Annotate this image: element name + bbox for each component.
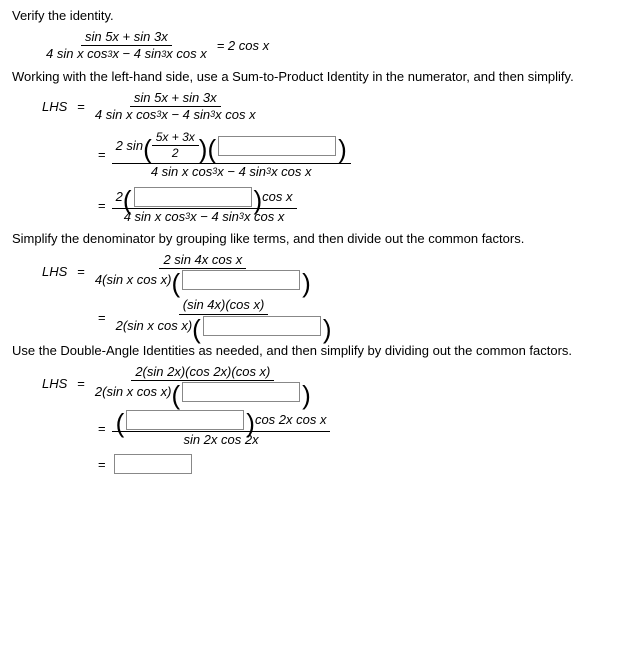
step6-input[interactable] xyxy=(182,382,300,402)
step6-row: LHS= 2(sin 2x)(cos 2x)(cos x) 2(sin x co… xyxy=(12,364,628,403)
step7-input[interactable] xyxy=(126,410,244,430)
instruction-2: Simplify the denominator by grouping lik… xyxy=(12,231,628,246)
identity-row: sin 5x + sin 3x 4 sin x cos3 x − 4 sin3 … xyxy=(12,29,628,63)
step2-row: = 2 sin ( 5x + 3x 2 ) ( ) 4 sin x cos3 x… xyxy=(12,129,628,180)
step4-input[interactable] xyxy=(182,270,300,290)
step8-input[interactable] xyxy=(114,454,192,474)
step4-row: LHS= 2 sin 4x cos x 4(sin x cos x) ( ) xyxy=(12,252,628,291)
step1-frac: sin 5x + sin 3x 4 sin x cos3 x − 4 sin3 … xyxy=(91,90,260,124)
step6-frac: 2(sin 2x)(cos 2x)(cos x) 2(sin x cos x) … xyxy=(91,364,315,403)
step5-frac: (sin 4x)(cos x) 2(sin x cos x) ( ) xyxy=(112,297,336,336)
step4-frac: 2 sin 4x cos x 4(sin x cos x) ( ) xyxy=(91,252,315,291)
instruction-3: Use the Double-Angle Identities as neede… xyxy=(12,343,628,358)
step2-input[interactable] xyxy=(218,136,336,156)
step3-row: = 2 ( ) cos x 4 sin x cos3 x − 4 sin3 x … xyxy=(12,186,628,225)
step2-frac: 2 sin ( 5x + 3x 2 ) ( ) 4 sin x cos3 x −… xyxy=(112,129,351,180)
identity-rhs: = 2 cos x xyxy=(217,38,269,53)
step3-frac: 2 ( ) cos x 4 sin x cos3 x − 4 sin3 x co… xyxy=(112,186,297,225)
step3-input[interactable] xyxy=(134,187,252,207)
page-title: Verify the identity. xyxy=(12,8,628,23)
step8-row: = xyxy=(12,454,628,474)
step1-row: LHS= sin 5x + sin 3x 4 sin x cos3 x − 4 … xyxy=(12,90,628,124)
instruction-1: Working with the left-hand side, use a S… xyxy=(12,69,628,84)
identity-lhs-frac: sin 5x + sin 3x 4 sin x cos3 x − 4 sin3 … xyxy=(42,29,211,63)
step5-input[interactable] xyxy=(203,316,321,336)
step7-row: = ( ) cos 2x cos x sin 2x cos 2x xyxy=(12,409,628,448)
step7-frac: ( ) cos 2x cos x sin 2x cos 2x xyxy=(112,409,331,448)
step5-row: = (sin 4x)(cos x) 2(sin x cos x) ( ) xyxy=(12,297,628,336)
